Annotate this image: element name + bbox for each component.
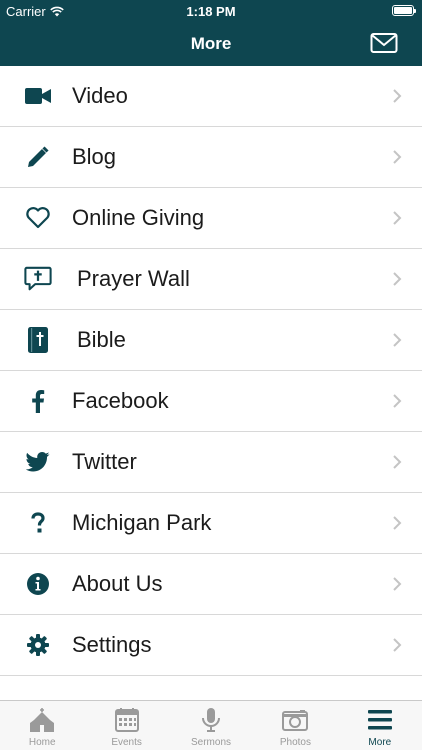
menu-item-twitter[interactable]: Twitter [0, 432, 422, 493]
chevron-right-icon [393, 577, 402, 591]
tab-label: Photos [279, 737, 311, 748]
navigation-bar: More [0, 22, 422, 66]
menu-item-blog[interactable]: Blog [0, 127, 422, 188]
battery-icon [392, 5, 416, 16]
tab-events[interactable]: Events [84, 701, 168, 750]
menu-item-label: Online Giving [72, 205, 205, 230]
status-time: 1:18 PM [186, 4, 236, 19]
menu-item-label: Bible [77, 327, 126, 352]
tab-label: Sermons [191, 737, 232, 748]
menu-item-facebook[interactable]: Facebook [0, 371, 422, 432]
chevron-right-icon [393, 333, 402, 347]
menu-item-label: Settings [72, 632, 152, 657]
menu-item-about-us[interactable]: About Us [0, 554, 422, 615]
more-menu-list: Video Blog Online Giving Prayer Wall Bib… [0, 66, 422, 676]
bible-icon [24, 326, 52, 354]
question-mark-icon [24, 509, 52, 537]
menu-item-video[interactable]: Video [0, 66, 422, 127]
twitter-icon [24, 448, 52, 476]
tab-home[interactable]: Home [0, 701, 84, 750]
tab-photos[interactable]: Photos [253, 701, 337, 750]
tab-label: More [368, 737, 392, 748]
tab-bar: Home Events Sermons Photos More [0, 700, 422, 750]
menu-item-label: Twitter [72, 449, 137, 474]
chevron-right-icon [393, 516, 402, 530]
menu-item-michigan-park[interactable]: Michigan Park [0, 493, 422, 554]
gear-icon [24, 631, 52, 659]
calendar-icon [114, 708, 139, 732]
menu-item-prayer-wall[interactable]: Prayer Wall [0, 249, 422, 310]
heart-icon [24, 204, 52, 232]
camera-icon [282, 710, 309, 731]
pencil-icon [24, 143, 52, 171]
mail-icon[interactable] [370, 31, 398, 55]
hamburger-menu-icon [367, 710, 392, 730]
tab-label: Events [111, 737, 142, 748]
menu-item-label: Michigan Park [72, 510, 212, 535]
chevron-right-icon [393, 89, 402, 103]
chevron-right-icon [393, 638, 402, 652]
facebook-icon [24, 387, 52, 415]
chevron-right-icon [393, 455, 402, 469]
video-camera-icon [24, 82, 52, 110]
menu-item-label: Facebook [72, 388, 169, 413]
menu-item-settings[interactable]: Settings [0, 615, 422, 676]
tab-more[interactable]: More [338, 701, 422, 750]
status-bar: Carrier 1:18 PM [0, 0, 422, 22]
tab-label: Home [28, 737, 56, 748]
info-icon [24, 570, 52, 598]
tab-sermons[interactable]: Sermons [169, 701, 253, 750]
chevron-right-icon [393, 272, 402, 286]
prayer-bubble-icon [24, 265, 52, 293]
menu-item-label: Prayer Wall [77, 266, 190, 291]
chevron-right-icon [393, 150, 402, 164]
microphone-icon [202, 708, 221, 732]
chevron-right-icon [393, 211, 402, 225]
menu-item-label: Video [72, 83, 128, 108]
church-icon [30, 708, 55, 732]
menu-item-bible[interactable]: Bible [0, 310, 422, 371]
chevron-right-icon [393, 394, 402, 408]
menu-item-online-giving[interactable]: Online Giving [0, 188, 422, 249]
menu-item-label: Blog [72, 144, 117, 169]
menu-item-label: About Us [72, 571, 163, 596]
page-title: More [190, 34, 232, 53]
